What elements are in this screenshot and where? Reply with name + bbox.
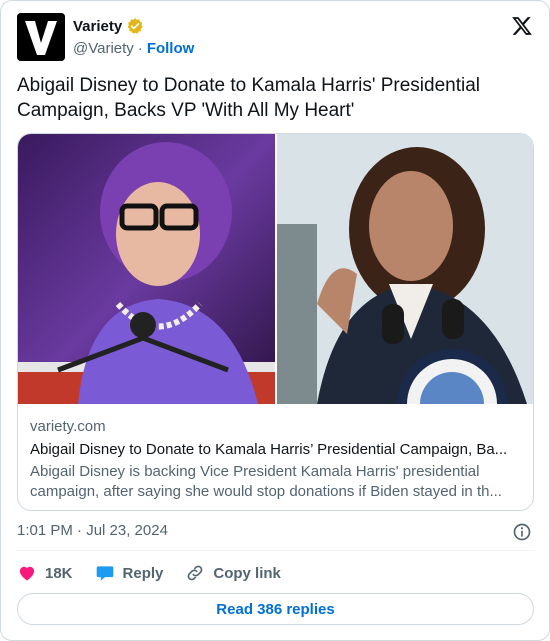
follow-button[interactable]: Follow bbox=[147, 40, 195, 57]
link-icon bbox=[188, 565, 203, 581]
tweet-header: Variety @Variety · Follow bbox=[17, 13, 535, 63]
link-preview-card[interactable]: variety.com Abigail Disney to Donate to … bbox=[17, 133, 534, 511]
handle-row: @Variety · Follow bbox=[73, 40, 194, 57]
reply-button[interactable]: Reply bbox=[95, 563, 164, 583]
avatar[interactable] bbox=[17, 13, 65, 61]
copy-link-label: Copy link bbox=[213, 564, 281, 582]
link-preview-image bbox=[18, 134, 533, 404]
tweet-actions: 18K Reply Copy link bbox=[17, 561, 303, 585]
link-domain: variety.com bbox=[30, 418, 106, 435]
copy-link-button[interactable]: Copy link bbox=[185, 563, 281, 583]
like-button[interactable]: 18K bbox=[17, 563, 73, 583]
reply-bubble-icon bbox=[96, 566, 113, 581]
photo-abigail-disney bbox=[18, 134, 275, 404]
read-replies-button[interactable]: Read 386 replies bbox=[17, 593, 534, 625]
tweet-embed-card: Variety @Variety · Follow Abigail Disney… bbox=[0, 0, 550, 641]
variety-logo bbox=[17, 13, 65, 61]
divider bbox=[17, 550, 534, 551]
account-handle[interactable]: @Variety bbox=[73, 40, 134, 57]
account-name-row: Variety bbox=[73, 17, 144, 35]
tweet-timestamp[interactable]: 1:01 PM · Jul 23, 2024 bbox=[17, 522, 168, 539]
tweet-text: Abigail Disney to Donate to Kamala Harri… bbox=[17, 75, 481, 121]
verified-badge-icon bbox=[127, 18, 143, 34]
like-count: 18K bbox=[45, 564, 73, 582]
account-name[interactable]: Variety bbox=[73, 18, 122, 35]
link-title: Abigail Disney to Donate to Kamala Harri… bbox=[30, 441, 508, 458]
reply-label: Reply bbox=[122, 564, 164, 582]
handle-separator: · bbox=[137, 40, 143, 57]
link-preview-meta: variety.com Abigail Disney to Donate to … bbox=[30, 418, 520, 502]
link-description: Abigail Disney is backing Vice President… bbox=[30, 463, 502, 500]
info-icon[interactable] bbox=[512, 522, 532, 542]
x-logo-icon[interactable] bbox=[511, 15, 533, 37]
heart-icon bbox=[19, 566, 35, 581]
photo-kamala-harris bbox=[277, 134, 533, 404]
